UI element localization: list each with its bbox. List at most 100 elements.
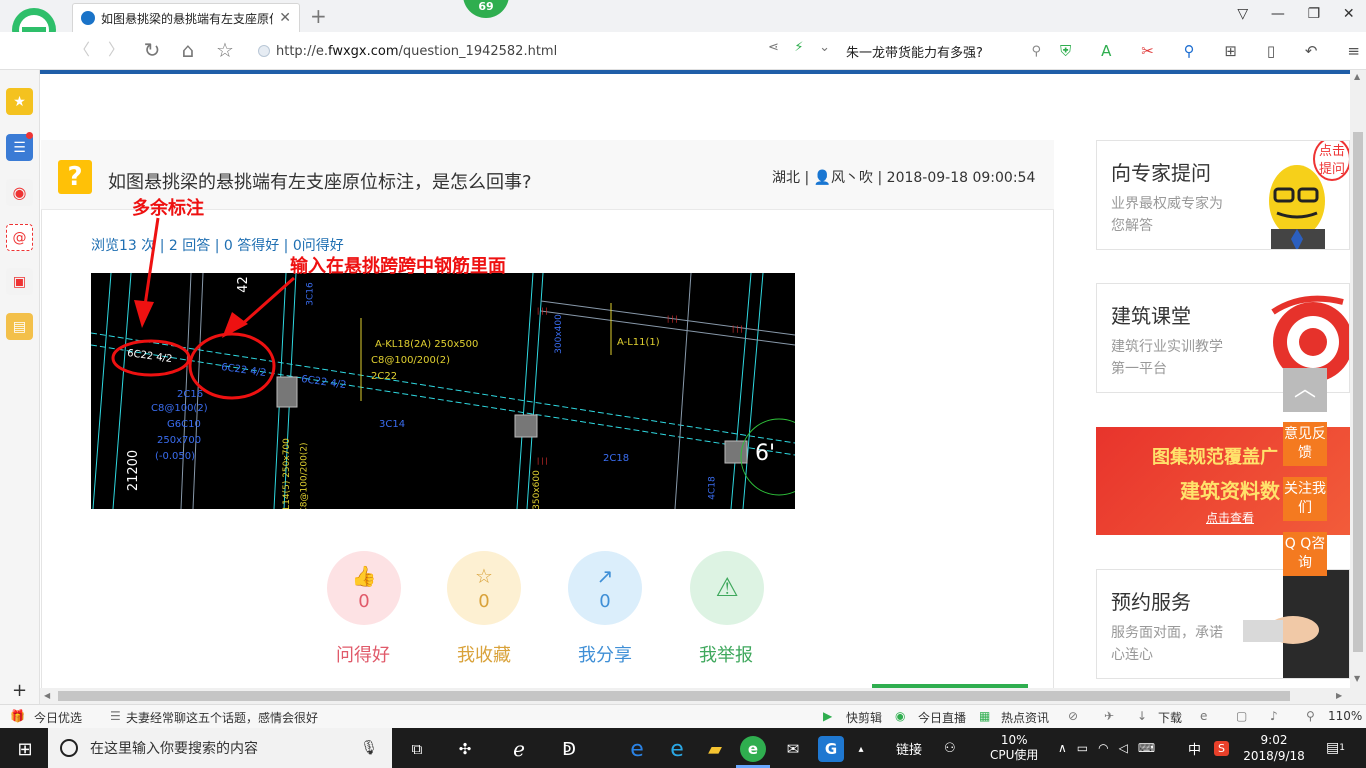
share-label[interactable]: 我分享	[555, 641, 655, 667]
skin-icon[interactable]: ▽	[1237, 6, 1248, 26]
ime-indicator[interactable]: 中	[1188, 728, 1201, 768]
refresh-icon[interactable]: ↻	[140, 38, 164, 62]
cad-label: 3C16	[305, 282, 316, 306]
battery-icon[interactable]: ▭	[1077, 741, 1088, 755]
chevron-down-icon[interactable]: ⌄	[819, 40, 830, 60]
vertical-scrollbar[interactable]: ▲ ▼	[1350, 70, 1366, 706]
today-picks[interactable]: 今日优选	[34, 709, 82, 726]
menu-icon[interactable]: ≡	[1347, 42, 1360, 60]
download-link[interactable]: 下载	[1158, 709, 1182, 726]
quick-clip[interactable]: 快剪辑	[846, 709, 882, 726]
sogou-ime-icon[interactable]: S	[1214, 728, 1229, 768]
edge-icon[interactable]: e	[624, 736, 650, 762]
share-button[interactable]: ↗ 0	[568, 551, 642, 625]
ie-icon[interactable]: e	[664, 736, 690, 762]
star-icon: ☆	[475, 563, 493, 588]
search-icon[interactable]: ⚲	[1031, 44, 1041, 59]
report-button[interactable]: ⚠	[690, 551, 764, 625]
file-explorer-icon[interactable]: ▰	[702, 736, 728, 762]
add-sidebar-icon[interactable]: +	[12, 680, 27, 701]
block-icon[interactable]: ⊘	[1068, 709, 1078, 723]
phone-icon[interactable]: ▯	[1267, 42, 1275, 60]
zoom-level[interactable]: 110%	[1328, 709, 1362, 723]
volume-icon[interactable]: ◁	[1119, 741, 1128, 755]
tray-expand-icon[interactable]: ∧	[1058, 741, 1067, 755]
lightning-icon[interactable]: ⚡	[794, 40, 803, 60]
mail-app-icon[interactable]: ✉	[780, 736, 806, 762]
scroll-up-icon[interactable]: ▲	[1354, 72, 1360, 81]
new-tab-icon[interactable]: +	[310, 4, 327, 28]
horizontal-scroll-thumb[interactable]	[58, 691, 1290, 701]
notification-center-icon[interactable]: ▤ 1	[1326, 728, 1345, 768]
edge-legacy-icon[interactable]: ℯ	[506, 736, 532, 762]
follow-us-button[interactable]: 关注我们	[1283, 477, 1327, 521]
scroll-left-icon[interactable]: ◀	[44, 691, 50, 700]
browser-tab[interactable]: 如图悬挑梁的悬挑端有左支座原位 ✕	[72, 3, 300, 32]
sound-icon[interactable]: ♪	[1270, 709, 1278, 723]
window-mode-icon[interactable]: ▢	[1236, 709, 1247, 723]
like-button[interactable]: 👍 0	[327, 551, 401, 625]
news-ticker[interactable]: 夫妻经常聊这五个话题，感情会很好	[126, 709, 318, 726]
grid-icon[interactable]: ⊞	[1224, 42, 1237, 60]
mail-icon[interactable]: @	[6, 224, 33, 251]
search-box[interactable]: 朱一龙带货能力有多强? ⚲	[846, 39, 1041, 63]
taskbar-link-text[interactable]: 链接	[896, 728, 922, 768]
windows-start-icon[interactable]: ⊞	[12, 736, 38, 762]
notes-icon[interactable]: ▤	[6, 313, 33, 340]
ask-expert-badge[interactable]: 点击提问	[1313, 141, 1349, 181]
zoom-icon[interactable]: ⚲	[1306, 709, 1315, 723]
scissors-icon[interactable]: ✂	[1141, 42, 1154, 60]
like-label[interactable]: 问得好	[313, 641, 413, 667]
banner-button[interactable]: 点击查看	[1206, 509, 1254, 526]
ask-expert-subtitle: 业界最权威专家为您解答	[1111, 196, 1223, 234]
swirl-app-icon[interactable]: ↁ	[556, 736, 582, 762]
scroll-down-icon[interactable]: ▼	[1354, 674, 1360, 683]
share-icon[interactable]: ⋖	[768, 40, 779, 60]
tab-close-icon[interactable]: ✕	[279, 10, 291, 26]
horizontal-scrollbar[interactable]: ◀ ▶	[40, 688, 1350, 704]
favorite-star-icon[interactable]: ☆	[213, 38, 237, 62]
home-icon[interactable]: ⌂	[176, 38, 200, 62]
magnifier-icon[interactable]: ⚲	[1184, 42, 1195, 60]
keyboard-icon[interactable]: ⌨	[1138, 741, 1155, 755]
task-view-icon[interactable]: ⧉	[404, 736, 430, 762]
microphone-icon[interactable]: 🎙	[360, 740, 378, 756]
taskbar-search[interactable]: 在这里输入你要搜索的内容 🎙	[48, 728, 392, 768]
glodon-app-icon[interactable]: G	[818, 736, 844, 762]
feedback-button[interactable]: 意见反馈	[1283, 422, 1327, 466]
ie-mode-icon[interactable]: e	[1200, 709, 1207, 723]
pin-icon[interactable]: ✈	[1104, 709, 1114, 723]
cpu-usage[interactable]: 10% CPU使用	[990, 728, 1038, 768]
close-window-icon[interactable]: ✕	[1343, 6, 1355, 26]
contacts-icon[interactable]: ⚇	[944, 728, 956, 768]
qq-consult-button[interactable]: Q Q咨询	[1283, 532, 1327, 576]
undo-icon[interactable]: ↶	[1305, 42, 1318, 60]
wifi-icon[interactable]: ◠	[1098, 741, 1108, 755]
gift-icon[interactable]: 🎁	[10, 709, 25, 723]
ask-expert-card[interactable]: 向专家提问 业界最权威专家为您解答 点击提问	[1096, 140, 1350, 250]
show-hidden-apps-icon[interactable]: ▴	[848, 736, 874, 762]
game-icon[interactable]: ▣	[6, 268, 33, 295]
favorite-label[interactable]: 我收藏	[434, 641, 534, 667]
forward-icon[interactable]: 〉	[106, 38, 126, 62]
hot-news[interactable]: 热点资讯	[1001, 709, 1049, 726]
favorite-button[interactable]: ☆ 0	[447, 551, 521, 625]
report-label[interactable]: 我举报	[676, 641, 776, 667]
today-live[interactable]: 今日直播	[918, 709, 966, 726]
translate-icon[interactable]: A	[1101, 42, 1111, 60]
back-to-top-button[interactable]: ︿	[1283, 368, 1327, 412]
clock[interactable]: 9:02 2018/9/18	[1243, 728, 1305, 768]
favorites-icon[interactable]: ★	[6, 88, 33, 115]
weibo-icon[interactable]: ◉	[6, 179, 33, 206]
360-browser-icon[interactable]: e	[740, 736, 766, 762]
scroll-right-icon[interactable]: ▶	[1336, 691, 1342, 700]
maximize-icon[interactable]: ❐	[1308, 6, 1321, 26]
shield-icon[interactable]: ⛨	[1060, 42, 1071, 60]
pinwheel-app-icon[interactable]: ✣	[452, 736, 478, 762]
url-tools: ⋖ ⚡ ⌄	[768, 40, 830, 60]
booking-card[interactable]: 预约服务 服务面对面，承诺心连心	[1096, 569, 1350, 679]
address-bar[interactable]: http://e.fwxgx.com/question_1942582.html	[258, 39, 758, 63]
back-icon[interactable]: 〈	[72, 38, 92, 62]
minimize-icon[interactable]: —	[1271, 6, 1285, 26]
vertical-scroll-thumb[interactable]	[1353, 132, 1363, 652]
